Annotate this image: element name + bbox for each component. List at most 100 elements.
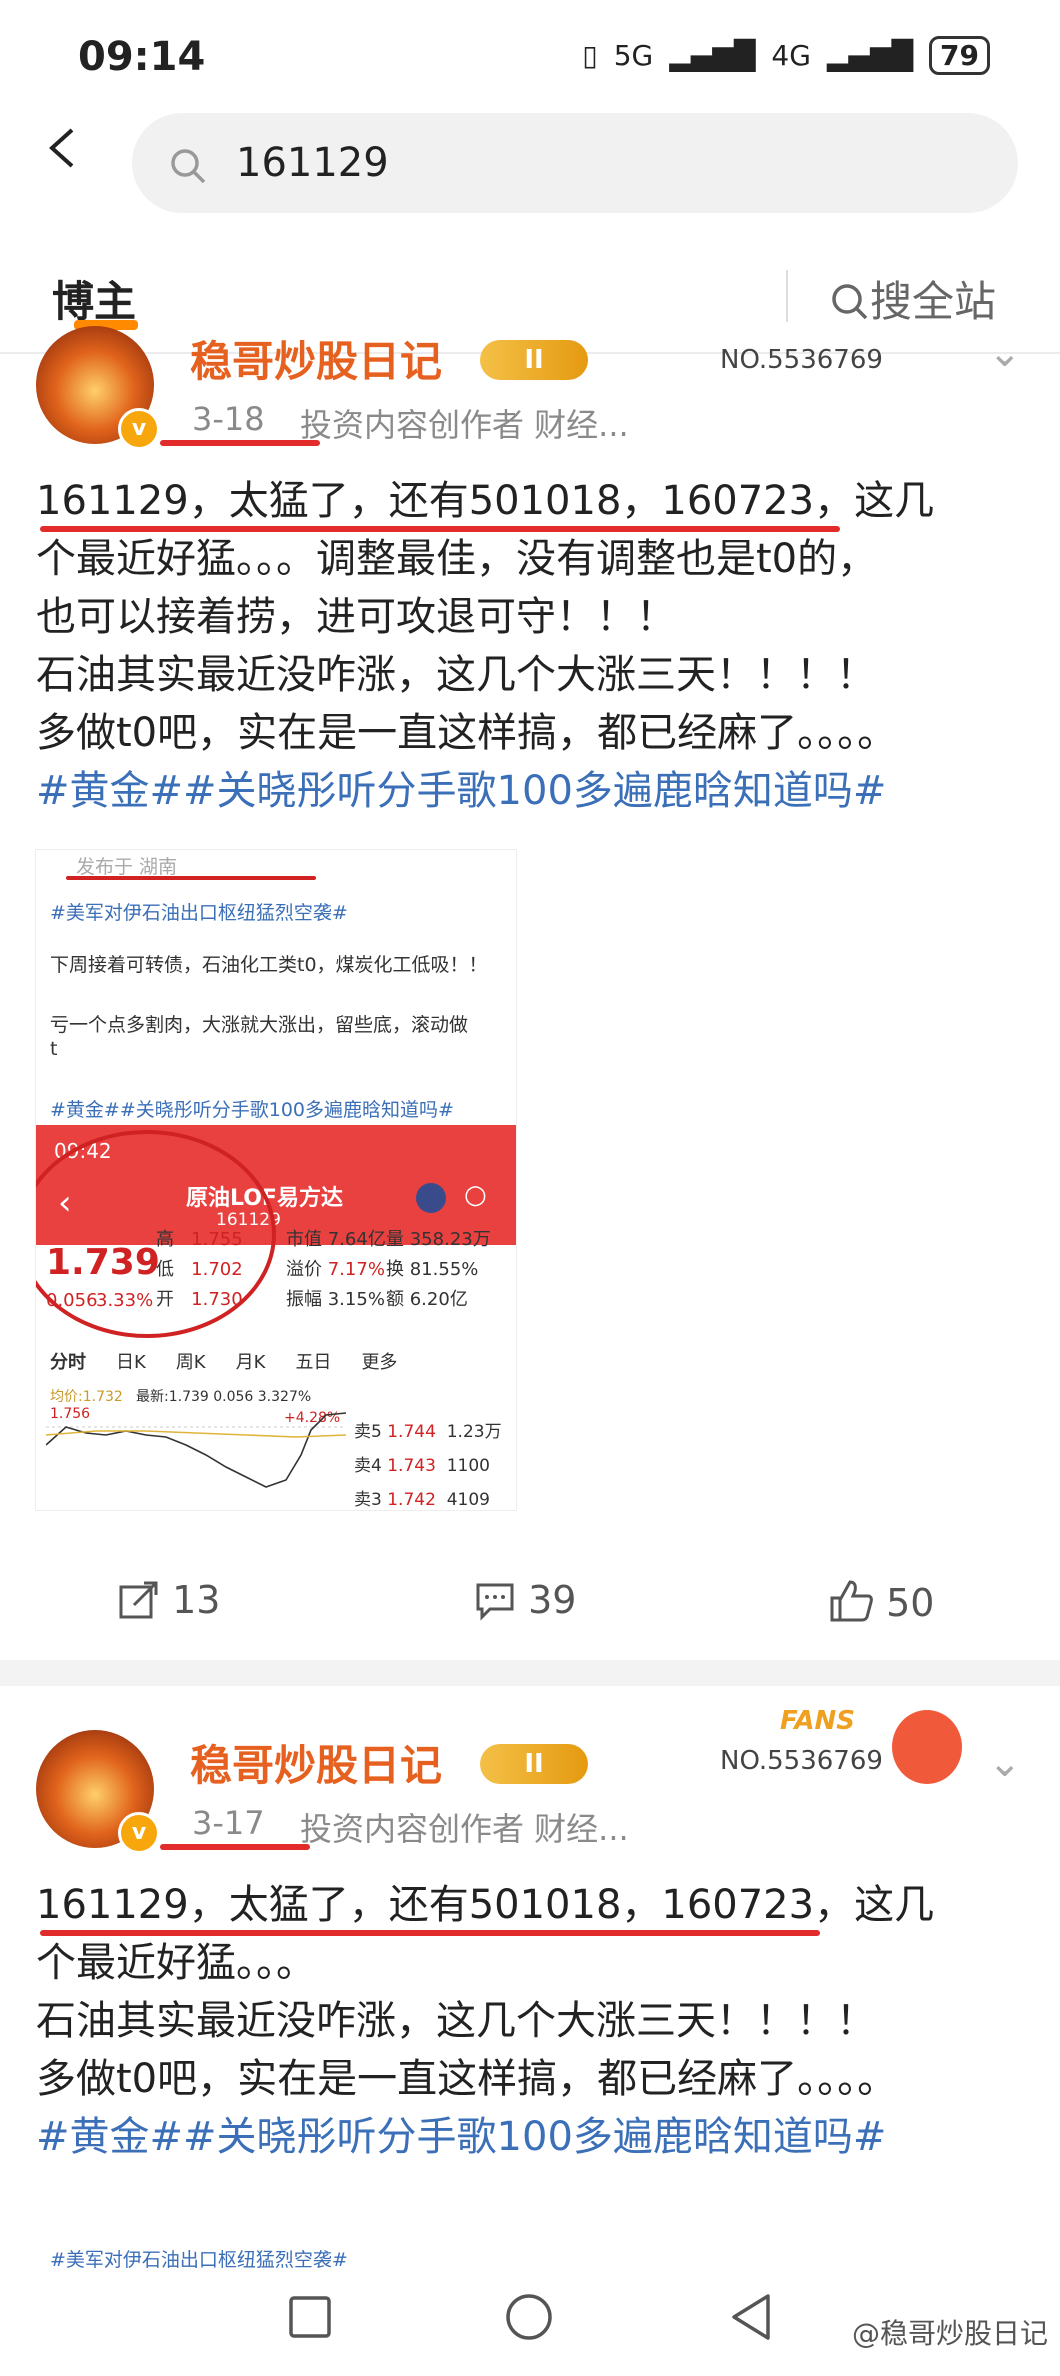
battery-level: 79: [929, 36, 990, 75]
post-image[interactable]: 发布于 湖南 #美军对伊石油出口枢纽猛烈空袭# 下周接着可转债，石油化工类t0，…: [36, 850, 516, 1510]
search-icon: [171, 149, 206, 184]
comment-button[interactable]: 39: [474, 1578, 576, 1622]
highlight-mark: [40, 526, 840, 532]
network-4g: 4G: [771, 39, 811, 72]
author-role: 投资内容创作者 财经...: [300, 406, 629, 444]
order-vol: 1100: [446, 1456, 490, 1476]
order-vol: 1.23万: [446, 1422, 502, 1442]
post-text[interactable]: 161129，太猛了，还有501018，160723，这几 个最近好猛。。。 石…: [36, 1876, 1056, 2166]
repost-button[interactable]: 13: [118, 1578, 220, 1622]
post-topics[interactable]: #黄金##关晓彤听分手歌100多遍鹿晗知道吗#: [36, 2108, 1056, 2166]
mascot-icon: [892, 1710, 962, 1784]
fans-badge: FANS NO.5536769: [716, 1696, 970, 1796]
image-topic: #美军对伊石油出口枢纽猛烈空袭#: [50, 902, 348, 924]
robot-icon: [416, 1183, 446, 1213]
search-icon: [832, 284, 868, 320]
chart-tab: 月K: [235, 1352, 266, 1373]
post-actions: 13 39 50: [0, 1568, 1060, 1638]
home-icon[interactable]: [504, 2292, 554, 2342]
post-line: 多做t0吧，实在是一直这样搞，都已经麻了。。。。: [36, 710, 898, 756]
post-line: 石油其实最近没咋涨，这几个大涨三天！！！！: [36, 1998, 876, 2044]
order-book: 卖5 1.744 1.23万 卖4 1.743 1100 卖3 1.742 41…: [354, 1415, 502, 1510]
chart-tabs: 分时 日K 周K 月K 五日 更多: [50, 1348, 397, 1374]
avg-price-line: 均价:1.732: [50, 1389, 123, 1405]
image-text: t: [50, 1038, 58, 1060]
latest-price-line: 最新:1.739 0.056 3.327%: [136, 1389, 312, 1405]
post-date: 3-17: [192, 1804, 265, 1842]
quote-stats-col2: 市值 7.64亿 溢价 7.17% 振幅 3.15%: [286, 1225, 386, 1315]
back-arrow-icon[interactable]: [44, 128, 84, 168]
like-button[interactable]: 50: [828, 1578, 934, 1625]
post-line: 也可以接着捞，进可攻退可守！！！: [36, 594, 676, 640]
order-vol: 4109: [446, 1490, 490, 1510]
back-nav-icon[interactable]: [728, 2292, 774, 2342]
vibrate-icon: ▯: [582, 39, 598, 72]
quote-search-icon: ○: [464, 1180, 487, 1210]
author-name[interactable]: 稳哥炒股日记: [190, 328, 442, 389]
search-input[interactable]: 161129: [236, 140, 389, 186]
author-role: 投资内容创作者 财经...: [300, 1810, 629, 1848]
quote-stats-col3: 量 358.23万 换 81.55% 额 6.20亿: [386, 1225, 491, 1315]
level-badge: II: [480, 1744, 588, 1784]
status-icons: ▯ 5G ▂▄▆█ 4G ▂▄▆█ 79: [582, 36, 990, 75]
comment-icon: [476, 1583, 514, 1621]
search-all-button[interactable]: 搜全站: [830, 268, 996, 329]
recent-apps-icon[interactable]: [287, 2294, 333, 2340]
chevron-down-icon[interactable]: ⌄: [988, 1740, 1022, 1786]
repost-count: 13: [172, 1578, 221, 1622]
chart-tab: 五日: [295, 1352, 332, 1373]
highlight-mark: [40, 1930, 820, 1936]
post-date: 3-18: [192, 400, 265, 438]
stat-label: 市值: [286, 1229, 322, 1250]
like-count: 50: [886, 1581, 935, 1625]
chart-tab: 周K: [175, 1352, 206, 1373]
signal-icon: ▂▄▆█: [669, 39, 756, 72]
chevron-down-icon[interactable]: ⌄: [988, 330, 1022, 376]
post-topics[interactable]: #黄金##关晓彤听分手歌100多遍鹿晗知道吗#: [36, 762, 1056, 820]
order-label: 卖3: [354, 1490, 382, 1510]
verified-badge-icon: v: [118, 1812, 160, 1854]
signal-icon-2: ▂▄▆█: [826, 39, 914, 72]
post-line: 石油其实最近没咋涨，这几个大涨三天！！！！: [36, 652, 876, 698]
chart-tab: 日K: [116, 1352, 146, 1373]
repost-icon: [119, 1581, 158, 1619]
network-5g: 5G: [613, 39, 654, 72]
fans-label: FANS: [780, 1706, 856, 1736]
thumbs-up-icon: [830, 1580, 873, 1622]
highlight-mark: [66, 876, 316, 880]
image-topic: #黄金##关晓彤听分手歌100多遍鹿晗知道吗#: [50, 1099, 454, 1121]
image-location: 发布于 湖南: [76, 856, 178, 878]
chart-tab: 更多: [361, 1352, 398, 1373]
post-line: 161129，太猛了，还有501018，160723，这几: [36, 478, 935, 524]
post-line: 个最近好猛。。。调整最佳，没有调整也是t0的，: [36, 536, 878, 582]
order-price: 1.743: [387, 1456, 436, 1476]
stat-label: 换: [386, 1259, 404, 1280]
author-name[interactable]: 稳哥炒股日记: [190, 1732, 442, 1793]
post-line: 个最近好猛。。。: [36, 1940, 316, 1986]
order-price: 1.744: [387, 1422, 436, 1442]
stat-value: 7.64亿: [327, 1229, 386, 1250]
tab-divider: [786, 270, 788, 322]
highlight-mark: [160, 440, 320, 446]
stat-label: 溢价: [286, 1259, 322, 1280]
image-text: 亏一个点多割肉，大涨就大涨出，留些底，滚动做: [50, 1014, 469, 1036]
search-all-label: 搜全站: [870, 277, 997, 326]
stat-label: 额: [386, 1289, 404, 1310]
post-text[interactable]: 161129，太猛了，还有501018，160723，这几 个最近好猛。。。调整…: [36, 472, 1056, 820]
level-badge: II: [480, 340, 588, 380]
intraday-chart: [46, 1412, 346, 1488]
stat-label: 量: [386, 1229, 404, 1250]
order-label: 卖5: [354, 1422, 382, 1442]
comment-count: 39: [528, 1578, 577, 1622]
stat-value: 7.17%: [327, 1259, 385, 1280]
watermark: @稳哥炒股日记: [851, 2317, 1048, 2350]
order-price: 1.742: [387, 1490, 436, 1510]
stat-value: 6.20亿: [409, 1289, 468, 1310]
stat-value: 358.23万: [409, 1229, 491, 1250]
fans-number: NO.5536769: [720, 1746, 883, 1776]
verified-badge-icon: v: [118, 408, 160, 450]
chart-tab: 分时: [50, 1352, 86, 1373]
image-text: 下周接着可转债，石油化工类t0，煤炭化工低吸！！: [50, 954, 488, 976]
stat-value: 3.15%: [327, 1289, 385, 1310]
fans-number: NO.5536769: [720, 345, 883, 375]
